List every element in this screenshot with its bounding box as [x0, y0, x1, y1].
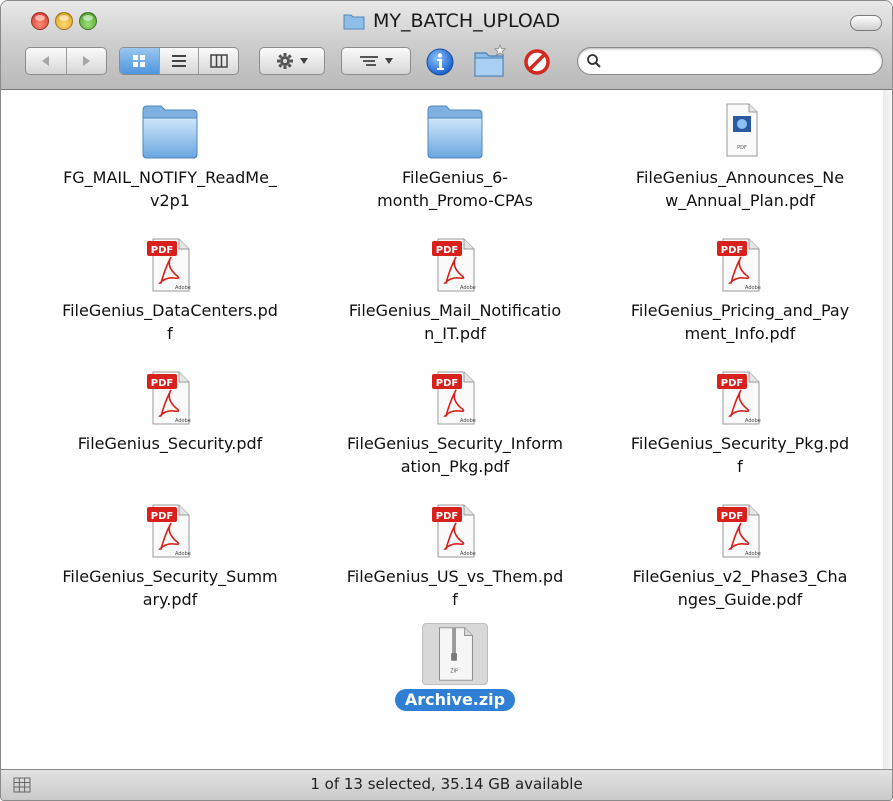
zip-archive-icon: ZIP: [422, 623, 488, 685]
icon-view-icon: [133, 55, 146, 67]
file-item[interactable]: PDF Adobe FileGenius_v2_Phase3_Cha nges_Gu…: [605, 499, 875, 611]
status-bar: 1 of 13 selected, 35.14 GB available: [1, 769, 892, 800]
svg-text:Adobe: Adobe: [745, 418, 761, 424]
chevron-down-icon: [385, 58, 393, 64]
back-button[interactable]: [26, 48, 67, 74]
forward-button[interactable]: [67, 48, 107, 74]
pdf-file-icon: PDF Adobe: [422, 499, 488, 561]
svg-text:PDF: PDF: [151, 245, 173, 256]
new-folder-icon[interactable]: [471, 43, 509, 79]
info-icon[interactable]: [425, 47, 455, 77]
window-title: MY_BATCH_UPLOAD: [343, 9, 560, 33]
svg-text:Adobe: Adobe: [460, 285, 476, 291]
svg-text:Adobe: Adobe: [745, 551, 761, 557]
file-name-label: FileGenius_Security_Inform ation_Pkg.pdf: [347, 434, 563, 476]
window-title-text: MY_BATCH_UPLOAD: [373, 10, 561, 32]
file-name-label: FileGenius_Security_Summ ary.pdf: [62, 567, 278, 609]
file-name-label: Archive.zip: [394, 689, 516, 711]
svg-text:PDF: PDF: [721, 245, 743, 256]
pdf-preview-icon: PDF: [707, 100, 773, 162]
pdf-file-icon: PDF Adobe: [707, 499, 773, 561]
status-text: 1 of 13 selected, 35.14 GB available: [310, 775, 583, 793]
pdf-file-icon: PDF Adobe: [137, 366, 203, 428]
icon-view-button[interactable]: [120, 48, 160, 74]
folder-item[interactable]: FG_MAIL_NOTIFY_ReadMe_ v2p1: [35, 100, 305, 212]
search-field[interactable]: [577, 47, 883, 75]
file-item[interactable]: PDF FileGenius_Announces_Ne w_Annual_Plan…: [605, 100, 875, 212]
svg-text:ZIP: ZIP: [450, 668, 458, 674]
folder-icon: [343, 14, 365, 30]
action-menu-content: [260, 48, 324, 74]
list-view-button[interactable]: [160, 48, 200, 74]
svg-text:PDF: PDF: [721, 378, 743, 389]
file-name-label: FileGenius_DataCenters.pd f: [62, 301, 278, 343]
file-item[interactable]: PDF Adobe FileGenius_Security_Summ ary.pdf: [35, 499, 305, 611]
gear-icon: [277, 53, 293, 69]
column-view-button[interactable]: [199, 48, 238, 74]
pdf-file-icon: PDF Adobe: [137, 499, 203, 561]
svg-text:PDF: PDF: [151, 378, 173, 389]
view-mode-control: [119, 47, 239, 75]
file-item[interactable]: PDF Adobe FileGenius_DataCenters.pd f: [35, 233, 305, 345]
pdf-file-icon: PDF Adobe: [422, 366, 488, 428]
action-menu-button[interactable]: [259, 47, 325, 75]
folder-icon: [422, 100, 488, 162]
svg-text:PDF: PDF: [721, 511, 743, 522]
file-item[interactable]: PDF Adobe FileGenius_Security_Inform ation…: [320, 366, 590, 478]
folder-icon: [137, 100, 203, 162]
svg-text:Adobe: Adobe: [460, 551, 476, 557]
svg-text:PDF: PDF: [436, 245, 458, 256]
file-item[interactable]: PDF Adobe FileGenius_Mail_Notificatio n_IT…: [320, 233, 590, 345]
file-name-label: FileGenius_6- month_Promo-CPAs: [377, 168, 533, 210]
file-name-label: FG_MAIL_NOTIFY_ReadMe_ v2p1: [63, 168, 277, 210]
file-item[interactable]: PDF Adobe FileGenius_Security_Pkg.pd f: [605, 366, 875, 478]
title-bar: MY_BATCH_UPLOAD: [1, 1, 892, 90]
close-window-button[interactable]: [31, 12, 49, 30]
file-item[interactable]: ZIP Archive.zip: [320, 623, 590, 711]
chevron-down-icon: [300, 58, 308, 64]
pdf-file-icon: PDF Adobe: [707, 366, 773, 428]
file-item[interactable]: PDF Adobe FileGenius_Security.pdf: [35, 366, 305, 455]
svg-text:PDF: PDF: [737, 145, 747, 151]
arrange-menu-content: [342, 48, 410, 74]
file-name-label: FileGenius_Pricing_and_Pay ment_Info.pdf: [630, 301, 850, 343]
file-name-label: FileGenius_Security.pdf: [77, 434, 263, 453]
file-grid: FG_MAIL_NOTIFY_ReadMe_ v2p1 FileGenius_6-…: [1, 90, 883, 770]
pdf-file-icon: PDF Adobe: [422, 233, 488, 295]
svg-text:PDF: PDF: [151, 511, 173, 522]
toolbar-toggle-button[interactable]: [850, 15, 882, 31]
list-view-icon: [172, 55, 186, 67]
svg-text:Adobe: Adobe: [175, 551, 191, 557]
zoom-window-button[interactable]: [79, 12, 97, 30]
finder-window: MY_BATCH_UPLOAD FG_MAIL_NOTIFY_ReadMe_ v…: [0, 0, 893, 801]
file-item[interactable]: PDF Adobe FileGenius_Pricing_and_Pay ment_…: [605, 233, 875, 345]
search-input[interactable]: [608, 50, 877, 74]
svg-text:Adobe: Adobe: [175, 285, 191, 291]
history-nav: [25, 47, 107, 75]
column-view-icon: [209, 54, 228, 68]
arrange-menu-button[interactable]: [341, 47, 411, 75]
file-item[interactable]: PDF Adobe FileGenius_US_vs_Them.pd f: [320, 499, 590, 611]
pdf-file-icon: PDF Adobe: [707, 233, 773, 295]
svg-text:Adobe: Adobe: [745, 285, 761, 291]
svg-text:Adobe: Adobe: [460, 418, 476, 424]
pdf-file-icon: PDF Adobe: [137, 233, 203, 295]
file-name-label: FileGenius_v2_Phase3_Cha nges_Guide.pdf: [632, 567, 848, 609]
search-icon: [587, 54, 601, 68]
file-name-label: FileGenius_Security_Pkg.pd f: [630, 434, 850, 476]
file-name-label: FileGenius_US_vs_Them.pd f: [346, 567, 564, 609]
file-name-label: FileGenius_Mail_Notificatio n_IT.pdf: [348, 301, 562, 343]
file-name-label: FileGenius_Announces_Ne w_Annual_Plan.pd…: [635, 168, 845, 210]
forward-arrow-icon: [83, 56, 91, 66]
svg-text:Adobe: Adobe: [175, 418, 191, 424]
back-arrow-icon: [41, 56, 49, 66]
svg-text:PDF: PDF: [436, 511, 458, 522]
folder-item[interactable]: FileGenius_6- month_Promo-CPAs: [320, 100, 590, 212]
svg-text:PDF: PDF: [436, 378, 458, 389]
minimize-window-button[interactable]: [55, 12, 73, 30]
no-entry-icon[interactable]: [524, 49, 550, 75]
arrange-icon: [360, 56, 378, 66]
